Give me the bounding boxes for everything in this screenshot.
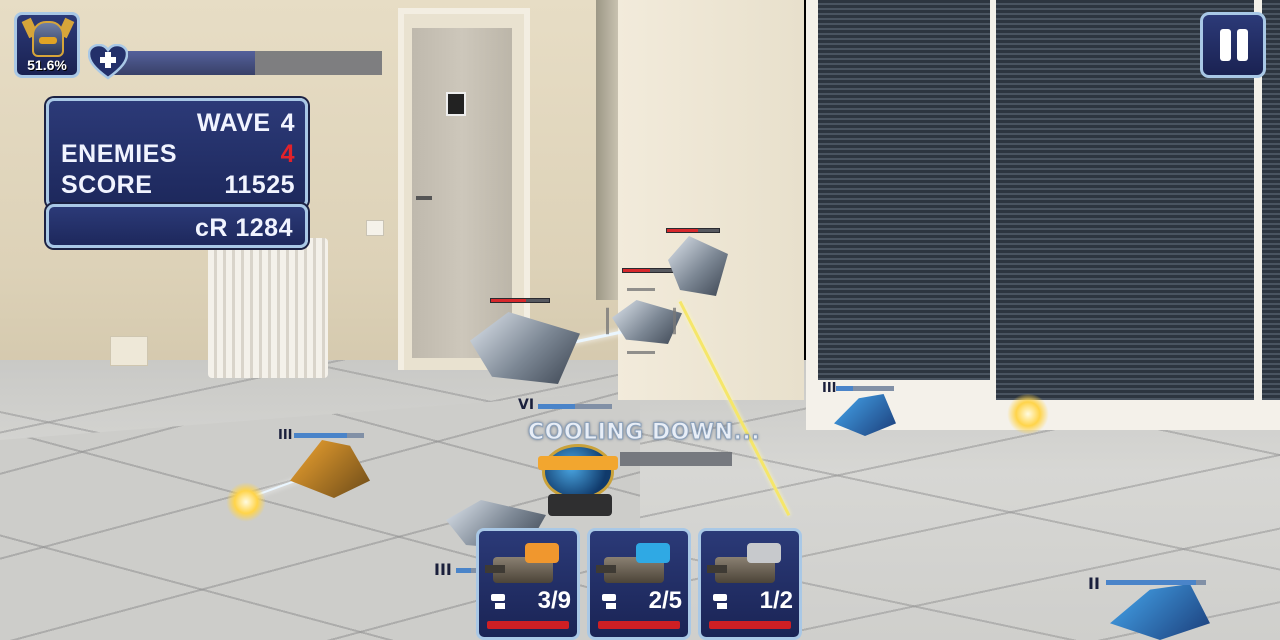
cooldown-bar bbox=[620, 452, 732, 466]
player-unit-level-fill bbox=[538, 404, 575, 409]
wave-stats-panel: WAVE 4 ENEMIES 4 SCORE 11525 bbox=[46, 98, 308, 208]
player-unit-level: VI bbox=[518, 397, 535, 413]
wave-row: WAVE 4 bbox=[61, 109, 295, 137]
turret-cap bbox=[747, 543, 781, 563]
wall-panel bbox=[110, 336, 148, 366]
turret-barrel bbox=[707, 565, 727, 573]
tower-unit-icon bbox=[489, 592, 513, 610]
turret-icon bbox=[485, 537, 571, 585]
pause-icon bbox=[1237, 29, 1248, 61]
card-count-row: 1/2 bbox=[711, 587, 793, 615]
turret-icon bbox=[596, 537, 682, 585]
enemy-health-bar bbox=[666, 228, 720, 233]
pause-icon bbox=[1220, 29, 1231, 61]
tower-level-bar bbox=[456, 568, 478, 573]
tower-level-bar bbox=[1106, 580, 1206, 585]
window-blind bbox=[818, 0, 990, 380]
tower-level-bar bbox=[294, 433, 364, 438]
wave-value: 4 bbox=[280, 109, 295, 137]
credits-value: cR 1284 bbox=[194, 214, 293, 242]
pause-button[interactable] bbox=[1200, 12, 1266, 78]
player-robot-band bbox=[538, 456, 618, 470]
wall-socket bbox=[366, 220, 384, 236]
tower-level-fill bbox=[456, 568, 472, 573]
enemies-label: ENEMIES bbox=[61, 140, 178, 168]
turret-cap bbox=[525, 543, 559, 563]
tower-card-orange[interactable]: 3/9 bbox=[476, 528, 580, 640]
enemy-health-bar bbox=[490, 298, 550, 303]
enemy-health-bar bbox=[622, 268, 678, 273]
card-count-row: 2/5 bbox=[600, 587, 682, 615]
tower-level-label: III bbox=[822, 381, 837, 396]
tower-level-label: III bbox=[434, 560, 452, 579]
health-bar-fill bbox=[112, 51, 256, 75]
credits-panel: cR 1284 bbox=[46, 204, 308, 248]
target-reticle bbox=[606, 288, 676, 354]
enemy-health-fill bbox=[667, 229, 699, 232]
player-robot-body bbox=[542, 444, 614, 500]
card-cost-bar bbox=[487, 621, 569, 629]
tower-level-fill bbox=[1106, 580, 1196, 585]
card-count-row: 3/9 bbox=[489, 587, 571, 615]
door bbox=[412, 28, 512, 358]
tower-level-fill bbox=[836, 386, 854, 391]
radiator bbox=[208, 238, 328, 378]
tower-level-label: II bbox=[1088, 574, 1100, 593]
player-robot[interactable] bbox=[536, 440, 620, 518]
tower-card-silver[interactable]: 1/2 bbox=[698, 528, 802, 640]
tower-unit-icon bbox=[600, 592, 624, 610]
tower-level-bar bbox=[836, 386, 894, 391]
cooldown-text: COOLING DOWN... bbox=[527, 420, 761, 446]
visor bbox=[39, 37, 57, 44]
player-robot-legs bbox=[548, 494, 612, 516]
explosion bbox=[1006, 394, 1050, 434]
score-value: 11525 bbox=[224, 171, 295, 199]
player-unit-level-bar bbox=[538, 404, 612, 409]
turret-icon bbox=[707, 537, 793, 585]
card-count: 1/2 bbox=[759, 587, 793, 614]
heart-plus-icon bbox=[88, 44, 128, 80]
tower-unit-icon bbox=[711, 592, 735, 610]
card-cost-bar bbox=[598, 621, 680, 629]
score-label: SCORE bbox=[61, 171, 153, 199]
enemies-value: 4 bbox=[280, 140, 295, 168]
tower-level-label: III bbox=[278, 428, 293, 443]
turret-barrel bbox=[485, 565, 505, 573]
turret-barrel bbox=[596, 565, 616, 573]
card-cost-bar bbox=[709, 621, 791, 629]
enemy-health-fill bbox=[491, 299, 526, 302]
enemies-row: ENEMIES 4 bbox=[61, 140, 295, 168]
card-count: 3/9 bbox=[537, 587, 571, 614]
score-row: SCORE 11525 bbox=[61, 171, 295, 199]
enemy-health-fill bbox=[623, 269, 650, 272]
turret-cap bbox=[636, 543, 670, 563]
door-handle bbox=[416, 196, 432, 200]
health-bar bbox=[112, 51, 382, 75]
wave-label: WAVE bbox=[196, 109, 271, 137]
tower-level-fill bbox=[294, 433, 347, 438]
card-count: 2/5 bbox=[648, 587, 682, 614]
tower-card-blue[interactable]: 2/5 bbox=[587, 528, 691, 640]
player-avatar[interactable]: 51.6% bbox=[14, 12, 80, 78]
avatar-percent: 51.6% bbox=[27, 57, 67, 73]
restroom-sign bbox=[446, 92, 466, 116]
muzzle-flash bbox=[226, 482, 266, 522]
